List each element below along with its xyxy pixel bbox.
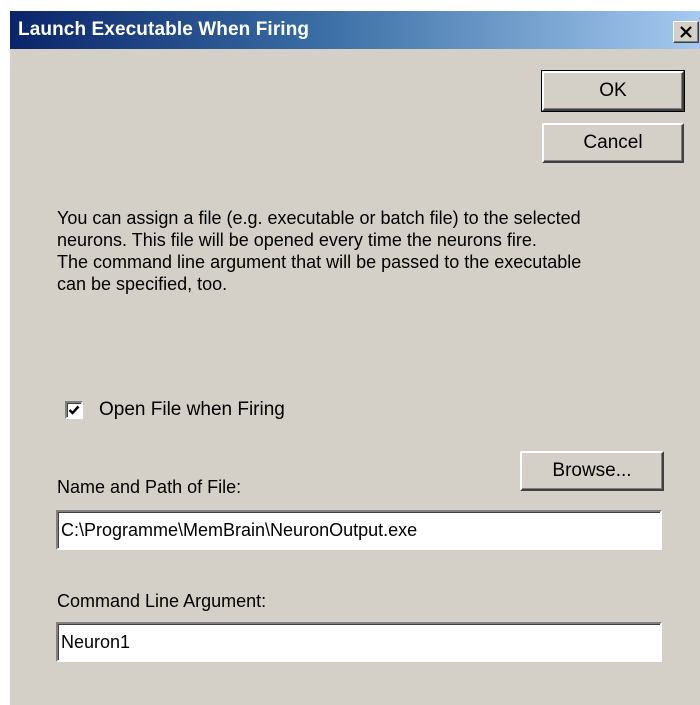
command-arg-input[interactable]: [56, 622, 662, 662]
description-text: You can assign a file (e.g. executable o…: [57, 207, 677, 295]
browse-button[interactable]: Browse...: [520, 451, 664, 491]
ok-button-label: OK: [599, 80, 627, 101]
browse-button-label: Browse...: [552, 460, 632, 481]
cancel-button[interactable]: Cancel: [542, 123, 684, 163]
close-button[interactable]: [673, 21, 699, 43]
open-file-checkbox-label: Open File when Firing: [99, 399, 285, 420]
open-file-checkbox-row[interactable]: Open File when Firing: [65, 399, 285, 421]
open-file-checkbox[interactable]: [65, 401, 83, 419]
command-arg-label: Command Line Argument:: [57, 591, 267, 611]
file-path-input[interactable]: [56, 510, 662, 550]
description-line: neurons. This file will be opened every …: [57, 230, 537, 250]
window-title: Launch Executable When Firing: [18, 19, 310, 40]
ok-button[interactable]: OK: [541, 70, 685, 112]
description-line: can be specified, too.: [57, 274, 228, 294]
description-line: You can assign a file (e.g. executable o…: [57, 208, 581, 228]
dialog-window: Launch Executable When Firing OK Cancel …: [9, 10, 700, 705]
description-line: The command line argument that will be p…: [57, 252, 582, 272]
file-path-label: Name and Path of File:: [57, 477, 242, 497]
checkmark-icon: [68, 405, 80, 415]
close-icon: [680, 26, 692, 38]
title-bar[interactable]: Launch Executable When Firing: [10, 11, 700, 49]
cancel-button-label: Cancel: [583, 132, 643, 153]
